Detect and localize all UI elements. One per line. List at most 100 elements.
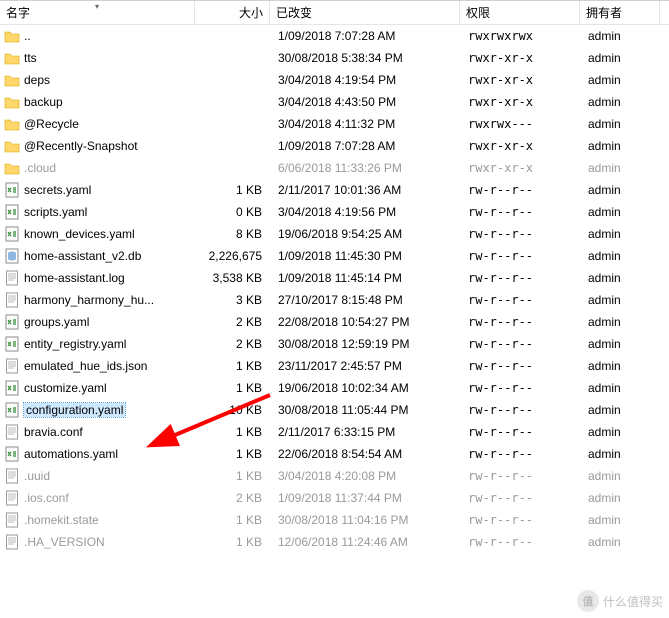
file-name: automations.yaml [24, 447, 118, 461]
column-label: 已改变 [276, 4, 312, 21]
file-row[interactable]: .uuid1 KB3/04/2018 4:20:08 PMrw-r--r--ad… [0, 465, 669, 487]
file-size: 8 KB [195, 227, 270, 241]
file-row[interactable]: @Recycle3/04/2018 4:11:32 PMrwxrwx---adm… [0, 113, 669, 135]
generic-file-icon [4, 270, 20, 286]
file-name: tts [24, 51, 37, 65]
file-modified: 1/09/2018 7:07:28 AM [270, 139, 460, 153]
file-modified: 1/09/2018 7:07:28 AM [270, 29, 460, 43]
file-row[interactable]: tts30/08/2018 5:38:34 PMrwxr-xr-xadmin [0, 47, 669, 69]
file-name: .HA_VERSION [24, 535, 105, 549]
folder-system-icon [4, 138, 20, 154]
file-row[interactable]: harmony_harmony_hu...3 KB27/10/2017 8:15… [0, 289, 669, 311]
file-modified: 19/06/2018 10:02:34 AM [270, 381, 460, 395]
file-row[interactable]: .ios.conf2 KB1/09/2018 11:37:44 PMrw-r--… [0, 487, 669, 509]
file-owner: admin [580, 95, 660, 109]
generic-file-icon [4, 292, 20, 308]
folder-up-icon [4, 28, 20, 44]
file-owner: admin [580, 249, 660, 263]
column-header-rights[interactable]: 权限 [460, 1, 580, 24]
file-modified: 12/06/2018 11:24:46 AM [270, 535, 460, 549]
yaml-file-icon [4, 182, 20, 198]
file-name: configuration.yaml [24, 403, 125, 417]
column-header-size[interactable]: 大小 [195, 1, 270, 24]
file-row[interactable]: secrets.yaml1 KB2/11/2017 10:01:36 AMrw-… [0, 179, 669, 201]
column-header-name[interactable]: 名字 ▾ [0, 1, 195, 24]
file-size: 1 KB [195, 447, 270, 461]
file-row[interactable]: home-assistant.log3,538 KB1/09/2018 11:4… [0, 267, 669, 289]
file-permissions: rw-r--r-- [460, 447, 580, 461]
file-owner: admin [580, 403, 660, 417]
file-size: 1 KB [195, 183, 270, 197]
file-permissions: rw-r--r-- [460, 513, 580, 527]
file-owner: admin [580, 117, 660, 131]
file-permissions: rw-r--r-- [460, 535, 580, 549]
file-modified: 1/09/2018 11:37:44 PM [270, 491, 460, 505]
file-modified: 2/11/2017 6:33:15 PM [270, 425, 460, 439]
file-owner: admin [580, 381, 660, 395]
file-modified: 1/09/2018 11:45:14 PM [270, 271, 460, 285]
folder-icon [4, 72, 20, 88]
file-name: @Recycle [24, 117, 79, 131]
file-owner: admin [580, 139, 660, 153]
file-row[interactable]: automations.yaml 1 KB22/06/2018 8:54:54 A… [0, 443, 669, 465]
file-modified: 30/08/2018 5:38:34 PM [270, 51, 460, 65]
column-header-owner[interactable]: 拥有者 [580, 1, 660, 24]
file-permissions: rw-r--r-- [460, 491, 580, 505]
generic-file-icon [4, 468, 20, 484]
file-permissions: rw-r--r-- [460, 381, 580, 395]
file-row[interactable]: .cloud6/06/2018 11:33:26 PMrwxr-xr-xadmi… [0, 157, 669, 179]
file-owner: admin [580, 447, 660, 461]
file-row[interactable]: deps3/04/2018 4:19:54 PMrwxr-xr-xadmin [0, 69, 669, 91]
file-row[interactable]: configuration.yaml10 KB30/08/2018 11:05:… [0, 399, 669, 421]
yaml-file-icon [4, 226, 20, 242]
column-header-changed[interactable]: 已改变 [270, 1, 460, 24]
file-size: 1 KB [195, 381, 270, 395]
file-modified: 1/09/2018 11:45:30 PM [270, 249, 460, 263]
database-file-icon [4, 248, 20, 264]
file-row[interactable]: home-assistant_v2.db2,226,6751/09/2018 1… [0, 245, 669, 267]
file-row[interactable]: backup3/04/2018 4:43:50 PMrwxr-xr-xadmin [0, 91, 669, 113]
file-permissions: rwxr-xr-x [460, 161, 580, 175]
file-row[interactable]: customize.yaml 1 KB19/06/2018 10:02:34 AM… [0, 377, 669, 399]
file-permissions: rwxrwx--- [460, 117, 580, 131]
generic-file-icon [4, 534, 20, 550]
file-name: customize.yaml [24, 381, 107, 395]
file-size: 2 KB [195, 315, 270, 329]
file-name: home-assistant.log [24, 271, 125, 285]
file-row[interactable]: emulated_hue_ids.json1 KB23/11/2017 2:45… [0, 355, 669, 377]
file-row[interactable]: groups.yaml2 KB22/08/2018 10:54:27 PMrw-… [0, 311, 669, 333]
file-owner: admin [580, 293, 660, 307]
sort-indicator-icon: ▾ [95, 2, 99, 11]
file-row[interactable]: ..1/09/2018 7:07:28 AMrwxrwxrwxadmin [0, 25, 669, 47]
file-owner: admin [580, 183, 660, 197]
file-row[interactable]: known_devices.yaml8 KB19/06/2018 9:54:25… [0, 223, 669, 245]
file-owner: admin [580, 29, 660, 43]
file-owner: admin [580, 337, 660, 351]
file-name: known_devices.yaml [24, 227, 135, 241]
file-name: scripts.yaml [24, 205, 87, 219]
file-size: 1 KB [195, 359, 270, 373]
file-size: 3 KB [195, 293, 270, 307]
file-row[interactable]: scripts.yaml0 KB3/04/2018 4:19:56 PMrw-r… [0, 201, 669, 223]
file-permissions: rw-r--r-- [460, 315, 580, 329]
file-row[interactable]: entity_registry.yaml2 KB30/08/2018 12:59… [0, 333, 669, 355]
file-permissions: rw-r--r-- [460, 293, 580, 307]
file-modified: 3/04/2018 4:19:54 PM [270, 73, 460, 87]
column-label: 权限 [466, 4, 490, 21]
column-label: 大小 [239, 4, 263, 21]
file-row[interactable]: @Recently-Snapshot1/09/2018 7:07:28 AMrw… [0, 135, 669, 157]
generic-file-icon [4, 490, 20, 506]
file-owner: admin [580, 315, 660, 329]
file-modified: 22/06/2018 8:54:54 AM [270, 447, 460, 461]
file-row[interactable]: .homekit.state1 KB30/08/2018 11:04:16 PM… [0, 509, 669, 531]
file-row[interactable]: .HA_VERSION1 KB12/06/2018 11:24:46 AMrw-… [0, 531, 669, 553]
generic-file-icon [4, 512, 20, 528]
file-permissions: rwxrwxrwx [460, 29, 580, 43]
file-permissions: rwxr-xr-x [460, 51, 580, 65]
file-row[interactable]: bravia.conf1 KB2/11/2017 6:33:15 PMrw-r-… [0, 421, 669, 443]
folder-icon [4, 94, 20, 110]
file-permissions: rw-r--r-- [460, 227, 580, 241]
file-owner: admin [580, 469, 660, 483]
file-owner: admin [580, 205, 660, 219]
file-name: bravia.conf [24, 425, 83, 439]
